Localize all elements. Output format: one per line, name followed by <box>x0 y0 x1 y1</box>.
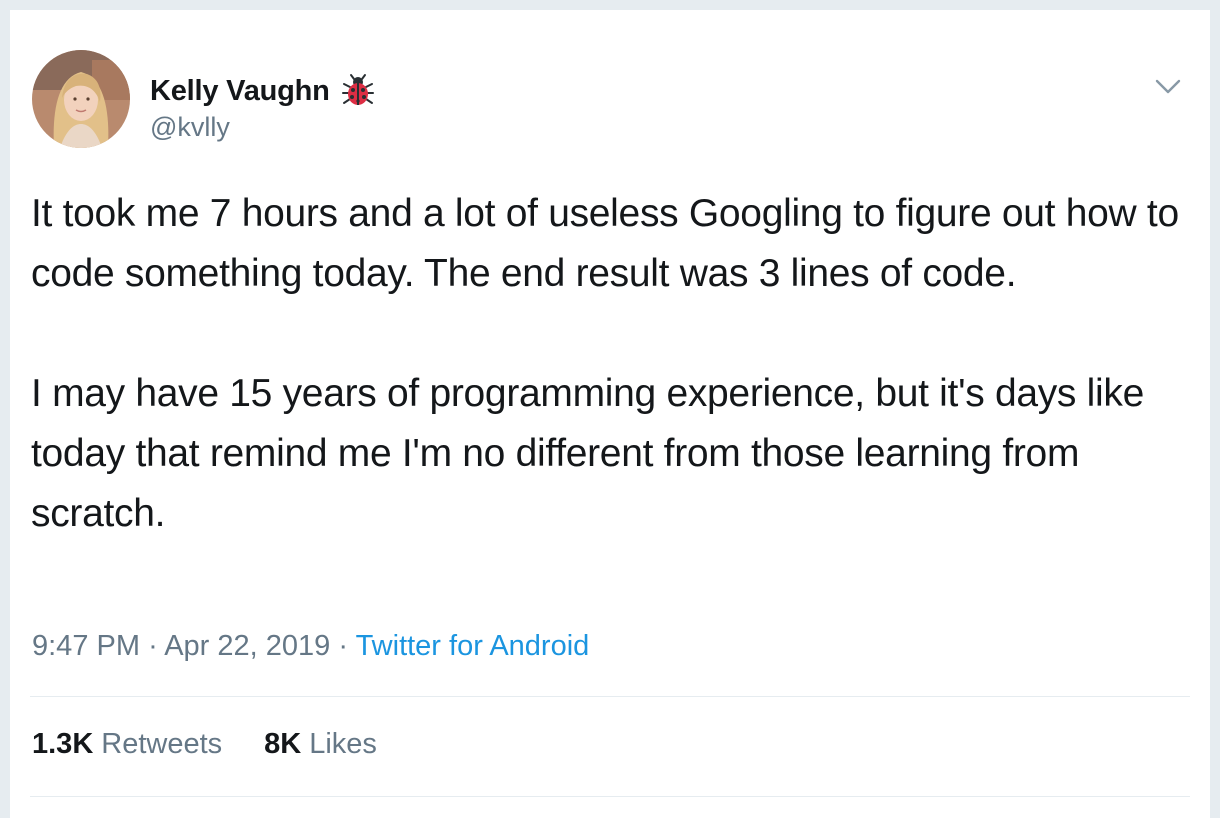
tweet-header: Kelly Vaughn @kvlly <box>32 50 1188 150</box>
tweet-time[interactable]: 9:47 PM <box>32 630 140 662</box>
divider <box>30 696 1190 697</box>
likes-label: Likes <box>309 728 377 760</box>
tweet-meta: 9:47 PM · Apr 22, 2019 · Twitter for And… <box>32 630 589 663</box>
retweets-stat[interactable]: 1.3K Retweets <box>32 728 222 761</box>
divider <box>30 796 1190 797</box>
avatar[interactable] <box>32 50 130 148</box>
author-name-row: Kelly Vaughn <box>150 74 376 108</box>
chevron-down-icon[interactable] <box>1152 70 1184 102</box>
tweet-stats: 1.3K Retweets 8K Likes <box>32 728 377 761</box>
tweet-paragraph: I may have 15 years of programming exper… <box>31 372 1144 535</box>
meta-separator: · <box>338 630 349 662</box>
meta-separator: · <box>148 630 158 662</box>
author-display-name[interactable]: Kelly Vaughn <box>150 75 330 108</box>
tweet-card: Kelly Vaughn @kvlly It took me 7 hours a… <box>10 10 1210 818</box>
ladybug-icon <box>340 73 376 109</box>
tweet-date[interactable]: Apr 22, 2019 <box>164 630 330 662</box>
retweets-label: Retweets <box>101 728 223 760</box>
retweets-count: 1.3K <box>32 728 94 760</box>
tweet-text: It took me 7 hours and a lot of useless … <box>31 184 1191 544</box>
author-info: Kelly Vaughn @kvlly <box>150 74 376 143</box>
tweet-source-link[interactable]: Twitter for Android <box>356 630 590 662</box>
likes-stat[interactable]: 8K Likes <box>264 728 377 761</box>
likes-count: 8K <box>264 728 302 760</box>
author-handle[interactable]: @kvlly <box>150 112 376 143</box>
tweet-paragraph: It took me 7 hours and a lot of useless … <box>31 192 1179 295</box>
